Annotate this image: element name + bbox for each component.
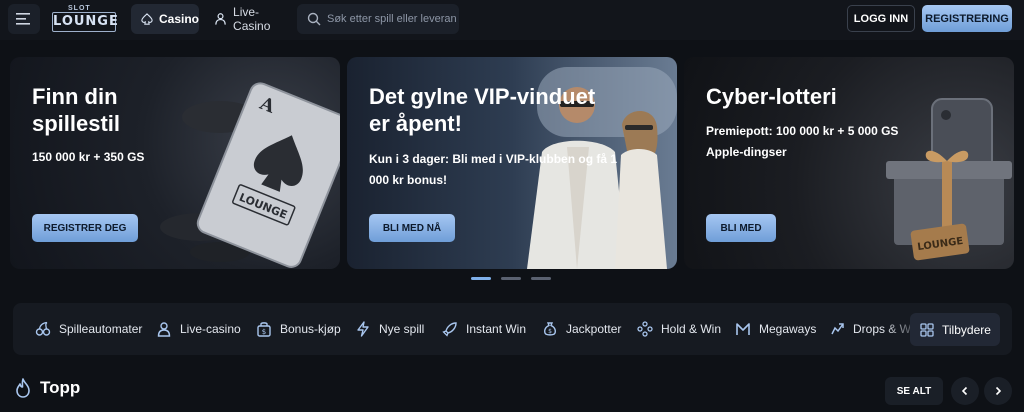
promo-card-1[interactable]: A LOUNGE Finn din spillestil 150 000 kr … [10,57,340,269]
promo-2-subtitle: Kun i 3 dager: Bli med i VIP-klubben og … [369,149,617,191]
hold-win-icon [637,321,653,337]
register-button[interactable]: REGISTRERING [922,5,1012,32]
category-bar: Spilleautomater Live-casino $ Bonus-kjøp… [13,303,1012,355]
promo-2-subtitle-line1: Kun i 3 dager: Bli med i VIP-klubben og … [369,152,618,166]
category-hold-win[interactable]: Hold & Win [637,303,721,355]
promo-1-subtitle: 150 000 kr + 350 GS [32,150,145,164]
promo-card-3[interactable]: LOUNGE Cyber-lotteri Premiepott: 100 000… [684,57,1014,269]
category-new-games[interactable]: Nye spill [355,303,424,355]
promo-1-cta-button[interactable]: REGISTRER DEG [32,214,138,242]
logo-top-text: SLOT [68,5,91,12]
lightning-icon [357,321,369,337]
category-megaways[interactable]: Megaways [735,303,816,355]
category-slots[interactable]: Spilleautomater [35,303,142,355]
promo-3-cta-button[interactable]: BLI MED [706,214,776,242]
search-icon [307,12,321,26]
carousel-indicator [471,277,551,280]
dealer-icon [157,322,171,337]
promo-2-subtitle-line2: 000 kr bonus! [369,173,448,187]
carousel-dot-3[interactable] [531,277,551,280]
promo-2-cta-button[interactable]: BLI MED NÅ [369,214,455,242]
menu-button[interactable] [8,4,40,34]
promo-3-subtitle-line1: Premiepott: 100 000 kr + 5 000 GS [706,124,899,138]
promo-2-title: Det gylne VIP-vinduet er åpent! [369,83,595,137]
scroll-left-button[interactable] [951,377,979,405]
category-megaways-label: Megaways [759,322,817,336]
flame-icon [16,378,30,398]
carousel-dot-2[interactable] [501,277,521,280]
svg-text:$: $ [548,328,552,335]
promo-1-title: Finn din spillestil [32,83,120,137]
cherries-icon [35,321,51,336]
svg-text:$: $ [262,328,266,336]
gift-box-art: LOUNGE [886,98,1012,261]
site-logo[interactable]: SLOT LOUNGE [50,4,120,34]
grid-icon [920,322,934,337]
promo-card-2[interactable]: Det gylne VIP-vinduet er åpent! Kun i 3 … [347,57,677,269]
money-bag-icon: $ [544,322,556,336]
category-providers[interactable]: Tilbydere [910,313,1000,346]
tab-casino[interactable]: Casino [131,4,199,34]
tab-live-casino-label: Live-Casino [233,5,271,33]
promo-3-subtitle-line2: Apple-dingser [706,145,787,159]
chevron-right-icon [995,386,1002,396]
scroll-right-button[interactable] [984,377,1012,405]
category-new-games-label: Nye spill [379,322,425,336]
category-live-casino[interactable]: Live-casino [156,303,241,355]
category-live-casino-label: Live-casino [180,322,241,336]
promo-2-title-line2: er åpent! [369,111,462,136]
tab-casino-label: Casino [158,12,199,26]
promo-1-title-line2: spillestil [32,111,121,136]
category-instant-win-label: Instant Win [466,322,527,336]
category-hold-win-label: Hold & Win [661,322,722,336]
see-all-button[interactable]: SE ALT [885,377,943,405]
search-box[interactable] [297,4,459,34]
promo-3-title: Cyber-lotteri [706,84,837,109]
section-top-title: Topp [40,378,81,397]
dealer-icon [215,13,226,25]
section-top-heading: Topp [14,378,80,398]
category-bonus-buy-label: Bonus-kjøp [280,322,341,336]
search-input[interactable] [327,13,457,25]
chevron-left-icon [961,386,968,396]
logo-main-text: LOUNGE [52,12,118,32]
drops-icon [831,323,844,335]
category-bonus-buy[interactable]: $ Bonus-kjøp [256,303,341,355]
category-instant-win[interactable]: Instant Win [442,303,526,355]
playing-card-art: A LOUNGE [160,82,340,268]
category-jackpots[interactable]: $ Jackpotter [542,303,621,355]
promo-3-subtitle: Premiepott: 100 000 kr + 5 000 GS Apple-… [706,121,898,163]
top-bar: SLOT LOUNGE Casino Live-Casino LOGG INN … [0,0,1024,40]
hamburger-icon [16,13,30,25]
spade-icon [141,13,153,25]
category-jackpots-label: Jackpotter [566,322,622,336]
megaways-icon [736,323,750,335]
tab-live-casino[interactable]: Live-Casino [206,4,292,34]
rocket-icon [442,322,457,337]
promo-2-title-line1: Det gylne VIP-vinduet [369,84,596,109]
category-providers-label: Tilbydere [942,322,991,337]
promo-1-title-line1: Finn din [32,84,118,109]
carousel-dot-1[interactable] [471,277,491,280]
bonus-buy-icon: $ [257,322,271,337]
category-slots-label: Spilleautomater [59,322,143,336]
login-button[interactable]: LOGG INN [847,5,915,32]
